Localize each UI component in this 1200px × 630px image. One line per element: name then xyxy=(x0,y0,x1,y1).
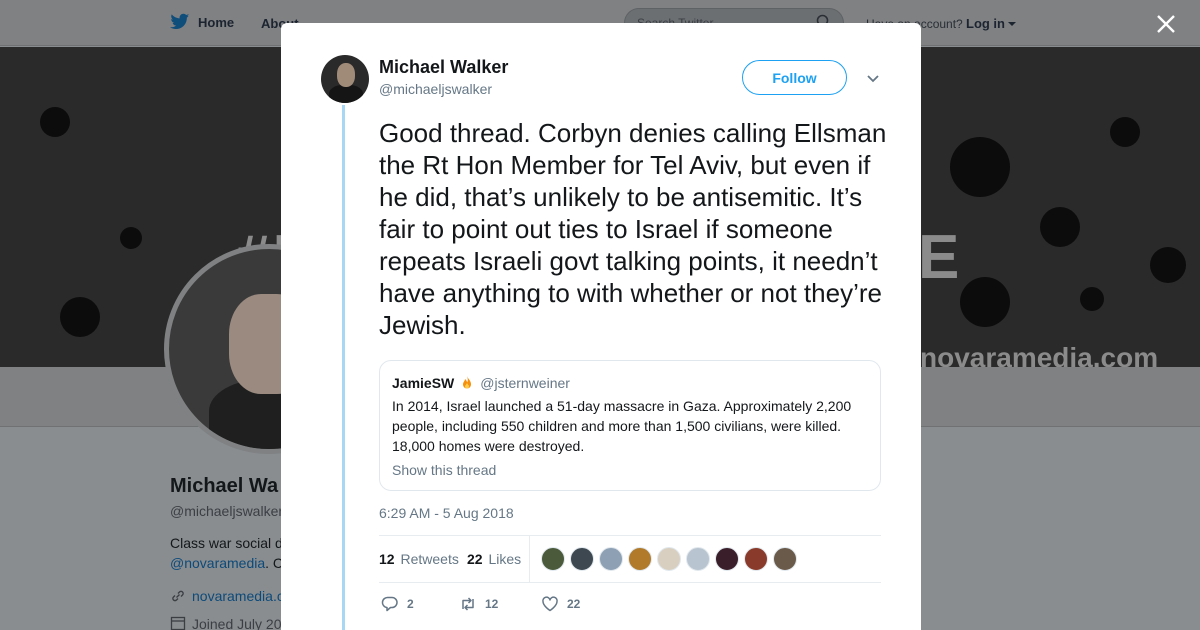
heart-icon xyxy=(542,596,558,612)
link-icon xyxy=(172,590,184,602)
chevron-down-icon[interactable] xyxy=(1008,22,1016,26)
retweet-button[interactable]: 12 xyxy=(459,595,541,613)
retweets-label: Retweets xyxy=(400,551,459,567)
chevron-down-icon[interactable] xyxy=(866,71,880,85)
nav-home-link[interactable]: Home xyxy=(170,13,234,31)
profile-website-link[interactable]: novaramedia.c xyxy=(192,588,284,604)
tweet-timestamp[interactable]: 6:29 AM - 5 Aug 2018 xyxy=(379,505,514,521)
quoted-tweet[interactable]: JamieSW @jsternweiner In 2014, Israel la… xyxy=(379,360,881,491)
liker-avatar[interactable] xyxy=(570,547,594,571)
reply-count: 2 xyxy=(407,597,414,611)
retweets-count: 12 xyxy=(379,551,395,567)
liker-avatar[interactable] xyxy=(773,547,797,571)
reply-button[interactable]: 2 xyxy=(381,595,459,613)
like-button[interactable]: 22 xyxy=(541,595,621,613)
profile-bio-line2: @novaramedia. C xyxy=(170,555,283,571)
author-avatar[interactable] xyxy=(321,55,369,103)
profile-bio: Class war social d xyxy=(170,535,283,551)
banner-url-text: novaramedia.com xyxy=(920,342,1159,367)
stats-divider xyxy=(529,536,530,582)
author-handle[interactable]: @michaeljswalker xyxy=(379,81,492,97)
bio-mention-link[interactable]: @novaramedia xyxy=(170,555,265,571)
banner-hashtag-end-text: E xyxy=(918,223,960,292)
follow-button[interactable]: Follow xyxy=(742,60,847,95)
close-icon[interactable] xyxy=(1155,13,1177,35)
liker-avatar[interactable] xyxy=(599,547,623,571)
quoted-author-name: JamieSW xyxy=(392,375,455,391)
liker-avatar[interactable] xyxy=(686,547,710,571)
liker-avatar[interactable] xyxy=(628,547,652,571)
liker-avatar[interactable] xyxy=(744,547,768,571)
quoted-tweet-header: JamieSW @jsternweiner xyxy=(392,375,868,391)
liker-avatar[interactable] xyxy=(541,547,565,571)
retweets-stat[interactable]: 12 Retweets xyxy=(379,551,459,567)
reply-icon xyxy=(381,596,398,612)
likes-stat[interactable]: 22 Likes xyxy=(467,551,521,567)
nav-home-label: Home xyxy=(198,14,235,30)
thread-connector-line xyxy=(342,105,345,630)
profile-handle[interactable]: @michaeljswalker xyxy=(170,503,283,519)
likes-count: 22 xyxy=(467,551,483,567)
quoted-author-handle: @jsternweiner xyxy=(480,375,570,391)
tweet-permalink-modal: Michael Walker @michaeljswalker Follow G… xyxy=(281,23,921,630)
profile-joined-date: Joined July 20 xyxy=(192,616,282,630)
author-name[interactable]: Michael Walker xyxy=(379,57,508,78)
twitter-bird-icon xyxy=(170,13,190,29)
tweet-text: Good thread. Corbyn denies calling Ellsm… xyxy=(379,118,887,340)
fire-icon xyxy=(463,376,472,389)
like-count: 22 xyxy=(567,597,581,611)
calendar-icon xyxy=(170,616,186,630)
quoted-tweet-text: In 2014, Israel launched a 51-day massac… xyxy=(392,398,852,454)
liker-avatar[interactable] xyxy=(657,547,681,571)
tweet-stats: 12 Retweets 22 Likes xyxy=(379,535,881,583)
profile-name[interactable]: Michael Wa xyxy=(170,475,278,498)
show-thread-link[interactable]: Show this thread xyxy=(392,462,868,478)
liker-avatar[interactable] xyxy=(715,547,739,571)
likes-label: Likes xyxy=(488,551,522,567)
login-link[interactable]: Log in xyxy=(966,16,1005,31)
retweet-icon xyxy=(462,597,474,611)
retweet-count: 12 xyxy=(485,597,499,611)
tweet-actions: 2 12 22 xyxy=(381,595,621,613)
liker-avatars xyxy=(541,547,797,571)
